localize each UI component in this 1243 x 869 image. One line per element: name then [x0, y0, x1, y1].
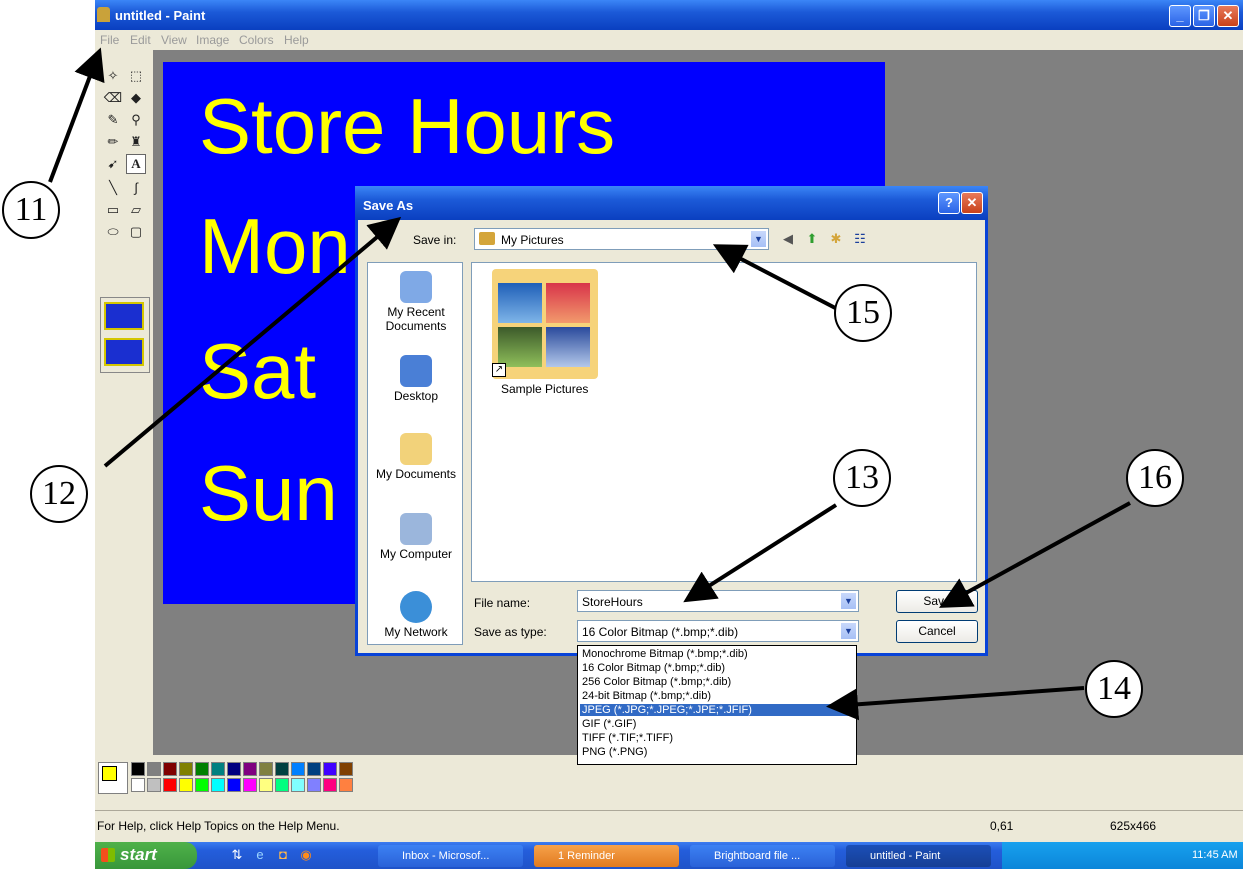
annotation-arrows [48, 47, 1131, 721]
arrow-14 [826, 686, 1085, 721]
callout-11: 11 [2, 181, 60, 239]
arrow-11 [48, 47, 105, 183]
arrow-13 [683, 503, 838, 603]
callout-12: 12 [30, 465, 88, 523]
callout-16: 16 [1126, 449, 1184, 507]
arrow-16 [938, 501, 1131, 608]
callout-13: 13 [833, 449, 891, 507]
callout-14: 14 [1085, 660, 1143, 718]
arrow-15 [712, 244, 844, 314]
callout-15: 15 [834, 284, 892, 342]
arrow-12 [103, 216, 402, 468]
